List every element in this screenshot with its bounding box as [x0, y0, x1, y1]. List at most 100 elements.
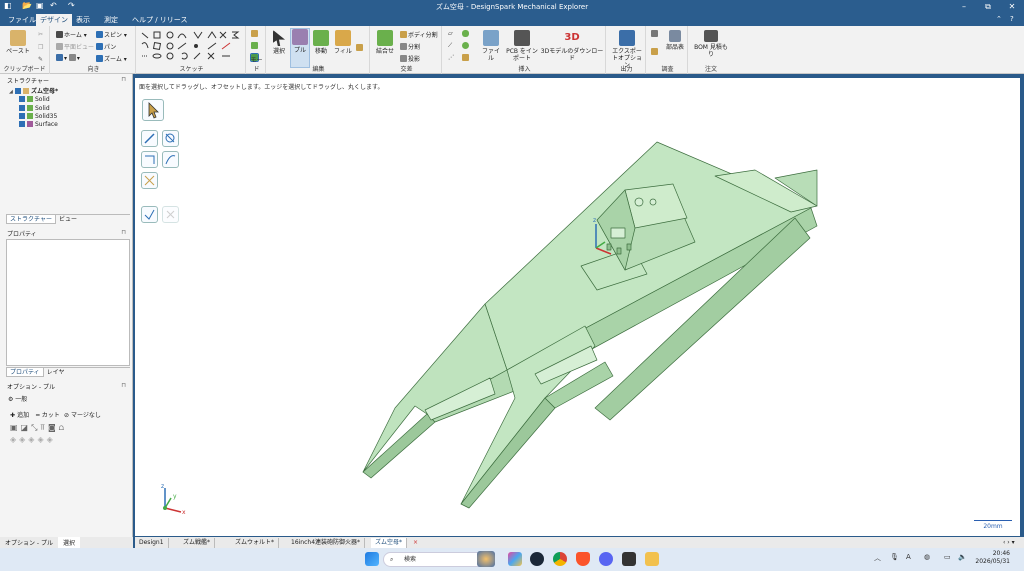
restore-button[interactable]: ⧉: [976, 0, 1000, 13]
tab-scroll-arrows[interactable]: ‹ › ▾: [999, 538, 1019, 548]
spin-button[interactable]: スピン ▾: [96, 30, 127, 39]
pin-icon[interactable]: ⊓: [121, 76, 126, 83]
shell-icon[interactable]: [462, 54, 470, 62]
pin-icon[interactable]: ⊓: [121, 382, 126, 389]
visibility-checkbox[interactable]: [19, 96, 25, 103]
pull-button[interactable]: プル: [290, 28, 310, 68]
properties-title: プロパティ: [7, 231, 37, 238]
check-icon[interactable]: [651, 48, 659, 56]
move-button[interactable]: 移動: [312, 30, 330, 55]
volume-icon[interactable]: 🔈: [958, 553, 967, 561]
close-tab-icon[interactable]: ×: [409, 538, 422, 548]
no-merge-option[interactable]: ⊘ マージなし: [64, 410, 101, 419]
axis-insert-icon[interactable]: ⟋: [448, 42, 452, 50]
doc-tab[interactable]: ズム戦艦*: [179, 538, 216, 548]
file-insert-button[interactable]: ファイル: [480, 30, 502, 62]
tab-help[interactable]: ヘルプ / リリース: [128, 14, 191, 26]
select-button[interactable]: 選択: [270, 30, 288, 55]
pull-option-icons-row2[interactable]: ◈◈◈◈◈: [10, 435, 56, 444]
microphone-icon[interactable]: 🎙: [890, 553, 899, 561]
view-cube-button[interactable]: ▾ ▾: [56, 54, 80, 62]
weather-widget-icon[interactable]: [477, 551, 495, 567]
help-icon[interactable]: ?: [1010, 15, 1014, 23]
tab-properties[interactable]: プロパティ: [6, 368, 44, 377]
zoom-button[interactable]: ズーム ▾: [96, 54, 127, 63]
home-button[interactable]: ホーム ▾: [56, 30, 87, 39]
sphere-icon[interactable]: [462, 42, 470, 50]
ime-icon[interactable]: A: [906, 553, 911, 561]
section-mode-icon[interactable]: [251, 42, 259, 50]
tab-measure[interactable]: 測定: [100, 14, 122, 26]
measure-icon[interactable]: [651, 30, 659, 38]
tab-layers[interactable]: レイヤ: [44, 368, 68, 377]
tree-item[interactable]: Surface: [9, 121, 58, 129]
minimize-button[interactable]: –: [952, 0, 976, 13]
project-button[interactable]: 投影: [400, 54, 420, 63]
pan-button[interactable]: パン: [96, 42, 116, 51]
visibility-checkbox[interactable]: [19, 112, 25, 119]
tab-view[interactable]: 表示: [72, 14, 94, 26]
ship-model[interactable]: z z y x: [135, 78, 1020, 536]
cylinder-icon[interactable]: [462, 30, 470, 38]
chrome-icon[interactable]: [553, 552, 567, 566]
visibility-checkbox[interactable]: [19, 104, 25, 111]
tab-options-pull[interactable]: オプション - プル: [0, 537, 58, 548]
close-button[interactable]: ✕: [1000, 0, 1024, 13]
doc-tab[interactable]: ズムウォルト*: [231, 538, 280, 548]
tab-view-panel[interactable]: ビュー: [56, 215, 80, 224]
paste-button[interactable]: ペースト: [6, 30, 30, 55]
fill-button[interactable]: フィル: [334, 30, 352, 55]
doc-tab[interactable]: Design1: [135, 538, 169, 548]
add-option[interactable]: ✚ 追加: [10, 410, 29, 419]
download-models-button[interactable]: 3D 3Dモデルのダウンロード: [540, 30, 604, 62]
visibility-checkbox[interactable]: [19, 121, 25, 128]
doc-tab[interactable]: 16inch4連装砲防御火器*: [287, 538, 366, 548]
tray-chevron-icon[interactable]: ︿: [874, 553, 881, 563]
general-section[interactable]: ⚙ 一般: [8, 394, 27, 403]
split-button[interactable]: 分割: [400, 42, 420, 51]
tree-item[interactable]: Solid35: [9, 112, 58, 121]
discord-icon[interactable]: [599, 552, 613, 566]
format-icon[interactable]: ✎: [38, 56, 43, 63]
design-canvas[interactable]: 面を選択してドラッグし、オフセットします。エッジを選択してドラッグし、丸くします…: [135, 78, 1020, 536]
sketch-tools[interactable]: [138, 30, 246, 66]
group-label-edit: 編集: [312, 66, 325, 73]
sketch-mode-icon[interactable]: [251, 30, 259, 38]
split-body-button[interactable]: ボディ分割: [400, 30, 438, 39]
network-icon[interactable]: ◍: [924, 553, 930, 561]
display-icon[interactable]: ▭: [944, 553, 951, 561]
pin-icon[interactable]: ⊓: [121, 229, 126, 236]
tree-item[interactable]: Solid: [9, 96, 58, 104]
cut-icon[interactable]: ✂: [38, 31, 43, 38]
tab-file[interactable]: ファイル: [4, 14, 40, 26]
point-insert-icon[interactable]: ⋰: [448, 54, 454, 61]
steam-icon[interactable]: [530, 552, 544, 566]
tab-structure[interactable]: ストラクチャー: [6, 215, 56, 224]
collapse-ribbon-icon[interactable]: ⌃: [996, 15, 1002, 23]
surface-icon: [27, 121, 33, 128]
tree-root[interactable]: ◢ ズム空母*: [9, 88, 58, 96]
taskbar-clock[interactable]: 20:46 2026/05/31: [975, 550, 1010, 566]
designspark-icon[interactable]: [622, 552, 636, 566]
pull-option-icons-row1[interactable]: ▣◪⤡⫪◙⩍: [10, 423, 67, 433]
pcb-import-button[interactable]: PCB をインポート: [506, 30, 538, 62]
brave-icon[interactable]: [576, 552, 590, 566]
copilot-icon[interactable]: [508, 552, 522, 566]
tab-selection[interactable]: 選択: [57, 537, 80, 548]
copy-icon[interactable]: ❐: [38, 44, 43, 51]
plane-view-button[interactable]: 平面ビュー: [56, 42, 94, 51]
windows-start-icon[interactable]: [365, 552, 379, 566]
scale-line: [974, 520, 1012, 521]
bom-quote-button[interactable]: BOM 見積もり: [692, 30, 730, 58]
cart-icon: [704, 30, 718, 42]
plane-insert-icon[interactable]: ▱: [448, 30, 453, 37]
tab-design[interactable]: デザイン: [36, 14, 72, 26]
replace-icon[interactable]: [356, 44, 364, 52]
tree-item[interactable]: Solid: [9, 104, 58, 113]
parts-list-button[interactable]: 部品表: [664, 30, 686, 51]
file-explorer-icon[interactable]: [645, 552, 659, 566]
visibility-checkbox[interactable]: [15, 88, 21, 94]
doc-tab-active[interactable]: ズム空母*: [371, 538, 408, 548]
cut-option[interactable]: ━ カット: [36, 410, 60, 419]
combine-button[interactable]: 結合せ: [373, 30, 397, 55]
